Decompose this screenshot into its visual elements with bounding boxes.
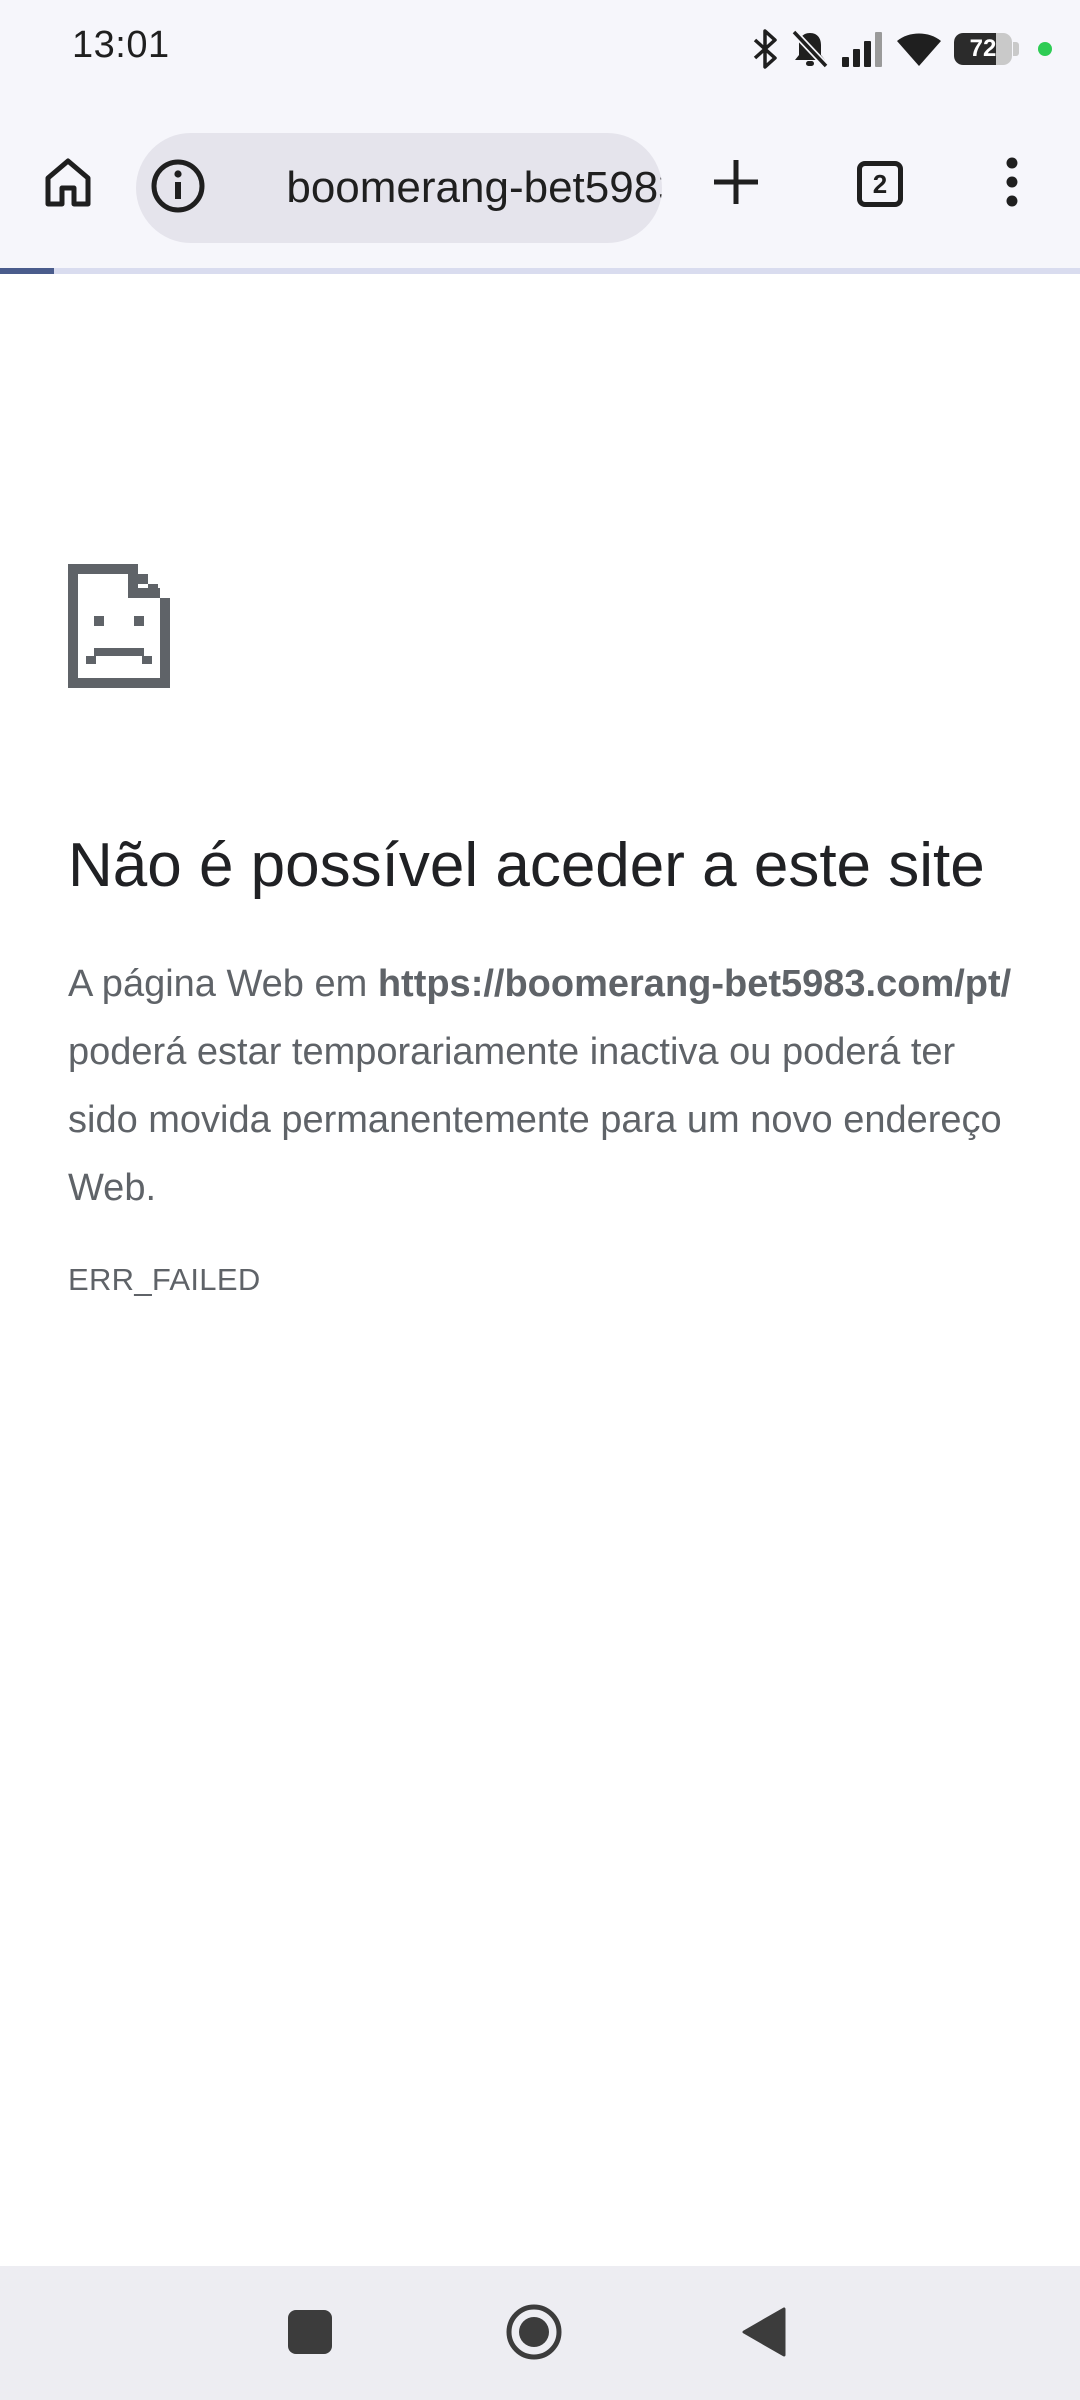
error-code[interactable]: ERR_FAILED bbox=[68, 1262, 261, 1298]
home-icon bbox=[40, 154, 96, 215]
bluetooth-icon bbox=[750, 28, 780, 70]
site-info-icon bbox=[150, 158, 206, 219]
back-triangle-icon[interactable] bbox=[740, 2306, 788, 2358]
page-load-progress bbox=[0, 268, 1080, 274]
cell-signal-icon bbox=[840, 29, 884, 69]
error-message-url: https://boomerang-bet5983.com/pt/ bbox=[377, 963, 1012, 1005]
tab-count: 2 bbox=[872, 168, 888, 199]
battery-icon: 72 bbox=[954, 31, 1020, 67]
home-circle-icon[interactable] bbox=[505, 2303, 563, 2361]
tab-switcher-button[interactable]: 2 bbox=[848, 152, 912, 216]
privacy-dot-icon bbox=[1038, 42, 1052, 56]
new-tab-button[interactable] bbox=[704, 152, 768, 216]
status-bar: 13:01 72 bbox=[0, 0, 1080, 100]
more-menu-button[interactable] bbox=[982, 152, 1042, 216]
plus-icon bbox=[710, 156, 762, 213]
status-icons: 72 bbox=[750, 26, 1052, 72]
error-message-prefix: A página Web em bbox=[68, 963, 378, 1005]
page-load-progress-fill bbox=[0, 268, 54, 274]
error-message-suffix: poderá estar temporariamente inactiva ou… bbox=[68, 1031, 1002, 1209]
omnibox[interactable]: boomerang-bet5983.com bbox=[136, 133, 662, 243]
url-value: boomerang-bet5983.com bbox=[286, 163, 662, 212]
system-nav-bar bbox=[0, 2266, 1080, 2400]
browser-toolbar: boomerang-bet5983.com 2 bbox=[0, 100, 1080, 268]
bell-muted-icon bbox=[790, 28, 830, 70]
url-text[interactable]: boomerang-bet5983.com bbox=[222, 133, 662, 243]
more-vert-icon bbox=[1002, 154, 1022, 215]
sad-document-icon bbox=[68, 564, 170, 693]
wifi-icon bbox=[894, 29, 944, 69]
error-message: A página Web em https://boomerang-bet598… bbox=[68, 950, 1028, 1222]
battery-level: 72 bbox=[969, 35, 997, 62]
status-time: 13:01 bbox=[72, 24, 170, 66]
home-button[interactable] bbox=[36, 152, 100, 216]
tab-switcher-icon: 2 bbox=[857, 161, 903, 207]
error-title: Não é possível aceder a este site bbox=[68, 831, 985, 900]
site-info-button[interactable] bbox=[150, 158, 206, 219]
recents-square-icon[interactable] bbox=[288, 2310, 332, 2354]
